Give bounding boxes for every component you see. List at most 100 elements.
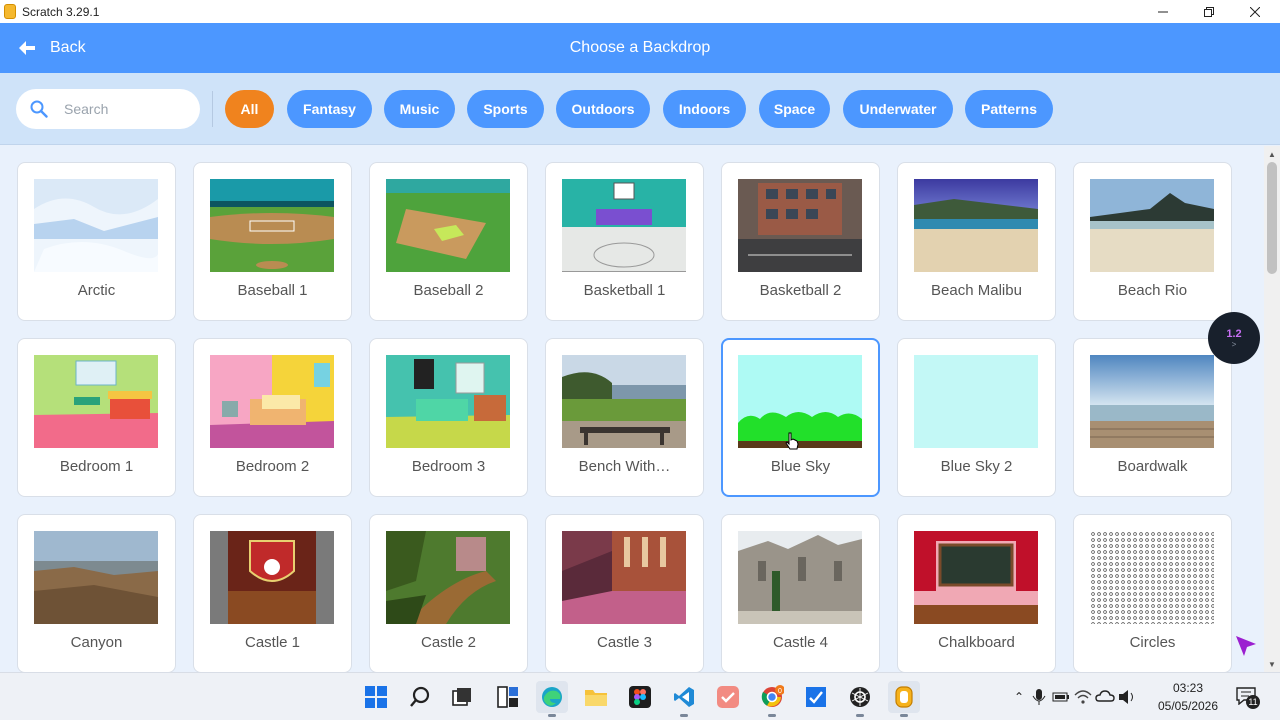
backdrop-card-circles[interactable]: Circles: [1073, 514, 1232, 672]
system-clock[interactable]: 03:23 05/05/2026: [1150, 679, 1226, 715]
backdrop-card-blue-sky-2[interactable]: Blue Sky 2: [897, 338, 1056, 497]
back-arrow-icon: [19, 41, 35, 55]
tag-music[interactable]: Music: [384, 90, 455, 128]
chatgpt-icon[interactable]: [844, 681, 876, 717]
basketball-1-thumbnail: [562, 179, 686, 272]
canyon-thumbnail: [34, 531, 158, 624]
restore-button[interactable]: [1186, 0, 1232, 23]
backdrop-card-castle-3[interactable]: Castle 3: [545, 514, 704, 672]
badge-value: 1.2: [1226, 327, 1242, 340]
backdrop-card-boardwalk[interactable]: Boardwalk: [1073, 338, 1232, 497]
tag-underwater[interactable]: Underwater: [843, 90, 953, 128]
backdrop-label: Arctic: [77, 282, 116, 299]
filter-bar: All Fantasy Music Sports Outdoors Indoor…: [0, 73, 1280, 145]
tag-sports[interactable]: Sports: [467, 90, 544, 128]
backdrop-card-bedroom-2[interactable]: Bedroom 2: [193, 338, 352, 497]
chrome-badge: 0: [778, 688, 782, 695]
backdrop-card-beach-malibu[interactable]: Beach Malibu: [897, 162, 1056, 321]
chevron-up-icon[interactable]: ⌃: [1010, 690, 1028, 704]
file-explorer-icon[interactable]: [580, 681, 612, 713]
basketball-2-thumbnail: [738, 179, 862, 272]
backdrop-label: Basketball 1: [583, 282, 666, 299]
search-box[interactable]: [16, 89, 200, 129]
scroll-down-arrow-icon[interactable]: ▼: [1264, 656, 1280, 672]
search-input[interactable]: [64, 101, 174, 117]
active-indicator: [856, 714, 864, 717]
arctic-thumbnail: [34, 179, 158, 272]
active-indicator: [900, 714, 908, 717]
battery-icon[interactable]: [1050, 686, 1072, 708]
backdrop-label: Blue Sky 2: [940, 458, 1013, 475]
widgets-icon[interactable]: [492, 681, 524, 713]
clock-date: 05/05/2026: [1157, 699, 1219, 713]
volume-icon[interactable]: [1116, 686, 1138, 708]
windows-start-icon[interactable]: [360, 681, 392, 713]
search-icon: [30, 100, 48, 118]
tag-patterns[interactable]: Patterns: [965, 90, 1053, 128]
vscode-icon[interactable]: [668, 681, 700, 717]
backdrop-label: Bedroom 3: [411, 458, 486, 475]
chalkboard-thumbnail: [914, 531, 1038, 624]
cloud-sync-icon[interactable]: [1094, 686, 1116, 708]
tag-space[interactable]: Space: [759, 90, 830, 128]
search-icon[interactable]: [404, 681, 436, 713]
backdrop-card-basketball-1[interactable]: Basketball 1: [545, 162, 704, 321]
edge-icon[interactable]: [536, 681, 568, 717]
tag-fantasy[interactable]: Fantasy: [287, 90, 372, 128]
bench-with-view-thumbnail: [562, 355, 686, 448]
grid-scrollbar[interactable]: ▲ ▼: [1264, 146, 1280, 672]
backdrop-card-castle-4[interactable]: Castle 4: [721, 514, 880, 672]
backdrop-card-blue-sky[interactable]: Blue Sky: [721, 338, 880, 497]
backdrop-label: Baseball 2: [413, 282, 484, 299]
window-titlebar: Scratch 3.29.1: [0, 0, 1280, 23]
tag-outdoors[interactable]: Outdoors: [556, 90, 650, 128]
backdrop-card-baseball-1[interactable]: Baseball 1: [193, 162, 352, 321]
castle-1-thumbnail: [210, 531, 334, 624]
backdrop-label: Beach Rio: [1117, 282, 1188, 299]
backdrop-card-basketball-2[interactable]: Basketball 2: [721, 162, 880, 321]
tag-indoors[interactable]: Indoors: [663, 90, 746, 128]
backdrop-card-castle-1[interactable]: Castle 1: [193, 514, 352, 672]
back-button[interactable]: Back: [18, 23, 86, 73]
chrome-icon[interactable]: 0: [756, 681, 788, 717]
page-title: Choose a Backdrop: [569, 39, 711, 56]
figma-icon[interactable]: [624, 681, 656, 713]
tag-all[interactable]: All: [225, 90, 274, 128]
hand-cursor-icon: [785, 432, 799, 450]
beach-rio-thumbnail: [1090, 179, 1214, 272]
castle-2-thumbnail: [386, 531, 510, 624]
scratch-app-icon: [4, 4, 16, 19]
notification-count: 11: [1246, 695, 1260, 709]
backdrop-grid: Arctic Baseball 1 Baseball 2 Basketball …: [0, 146, 1264, 672]
backdrop-card-bedroom-1[interactable]: Bedroom 1: [17, 338, 176, 497]
backdrop-card-bench-with-view[interactable]: Bench With…: [545, 338, 704, 497]
todo-icon[interactable]: [712, 681, 744, 713]
backdrop-card-bedroom-3[interactable]: Bedroom 3: [369, 338, 528, 497]
system-tray: ⌃: [1010, 673, 1138, 720]
backdrop-label: Bench With…: [578, 458, 671, 475]
close-button[interactable]: [1232, 0, 1278, 23]
backdrop-label: Beach Malibu: [931, 282, 1022, 299]
scrollbar-thumb[interactable]: [1267, 162, 1277, 274]
microphone-icon[interactable]: [1028, 686, 1050, 708]
wifi-icon[interactable]: [1072, 686, 1094, 708]
castle-4-thumbnail: [738, 531, 862, 624]
baseball-2-thumbnail: [386, 179, 510, 272]
backdrop-card-chalkboard[interactable]: Chalkboard: [897, 514, 1056, 672]
backdrop-card-baseball-2[interactable]: Baseball 2: [369, 162, 528, 321]
minimize-button[interactable]: [1140, 0, 1186, 23]
blue-sky-thumbnail: [738, 355, 862, 448]
backdrop-card-beach-rio[interactable]: Beach Rio: [1073, 162, 1232, 321]
task-view-icon[interactable]: [446, 681, 478, 713]
backdrop-card-arctic[interactable]: Arctic: [17, 162, 176, 321]
scratch-icon[interactable]: [888, 681, 920, 717]
backdrop-card-castle-2[interactable]: Castle 2: [369, 514, 528, 672]
backdrop-label: Baseball 1: [237, 282, 308, 299]
filter-divider: [212, 91, 213, 127]
scroll-up-arrow-icon[interactable]: ▲: [1264, 146, 1280, 162]
backdrop-card-canyon[interactable]: Canyon: [17, 514, 176, 672]
tasks-icon[interactable]: [800, 681, 832, 713]
notification-center-icon[interactable]: 11: [1236, 687, 1260, 709]
bedroom-2-thumbnail: [210, 355, 334, 448]
floating-zoom-badge[interactable]: 1.2 >: [1208, 312, 1260, 364]
